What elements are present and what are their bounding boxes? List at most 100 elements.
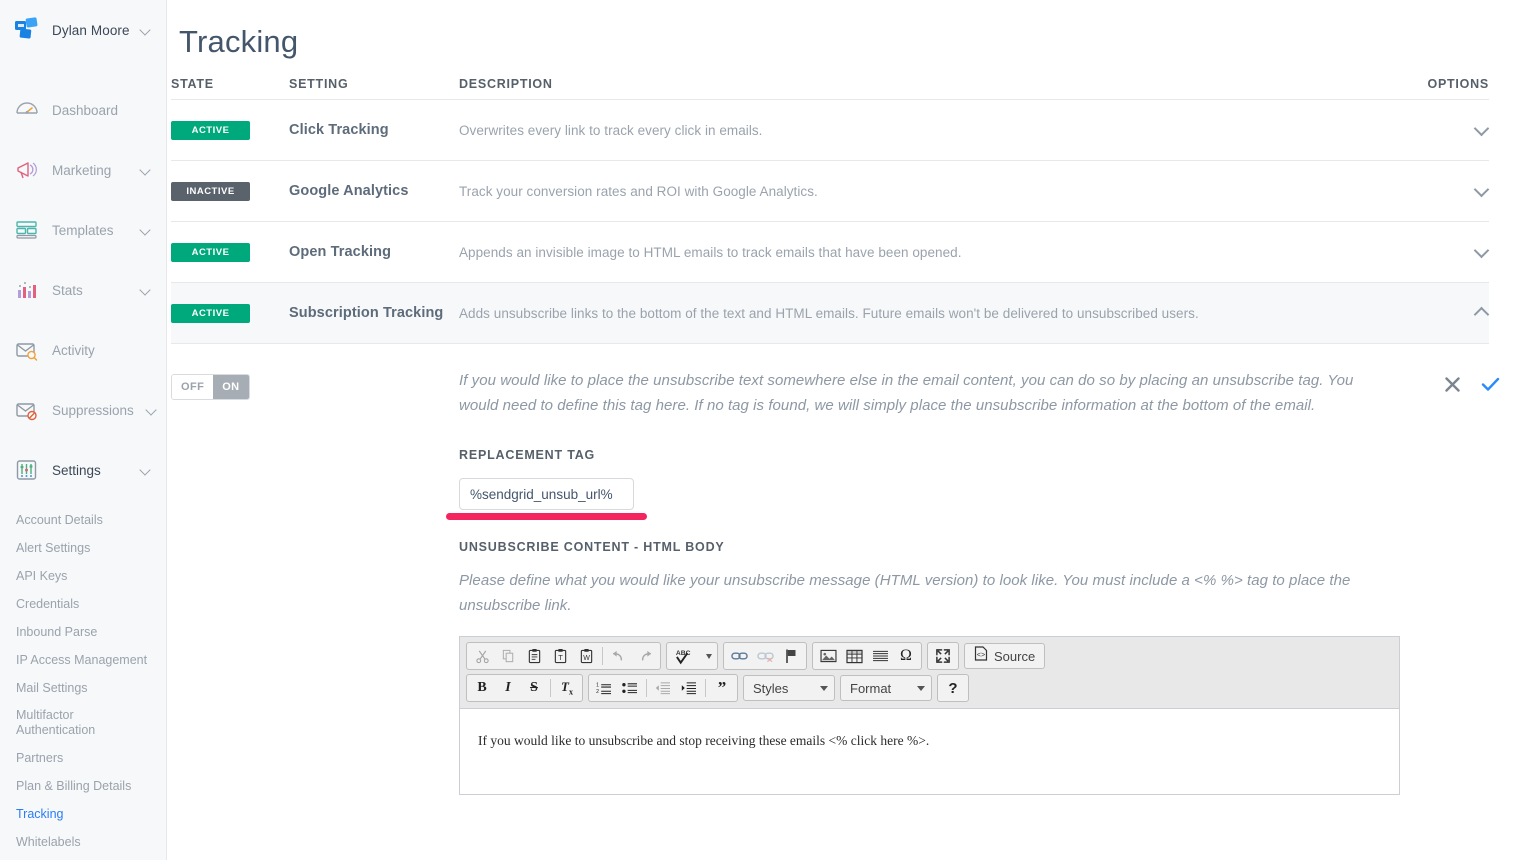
sliders-icon — [14, 457, 40, 483]
indent-icon[interactable] — [676, 676, 702, 700]
row-options-cell — [1409, 303, 1489, 324]
maximize-icon[interactable] — [930, 644, 956, 668]
redo-icon[interactable] — [632, 644, 658, 668]
sidebar-item-stats[interactable]: Stats — [0, 260, 166, 320]
sidebar: Dylan Moore Dashboard Marketing Template… — [0, 0, 167, 860]
subnav-item-account-details[interactable]: Account Details — [16, 506, 166, 534]
subnav-item-multifactor-authentication[interactable]: Multifactor Authentication — [16, 702, 136, 744]
row-setting-name: Click Tracking — [289, 122, 389, 138]
chevron-down-icon[interactable] — [1473, 181, 1489, 197]
help-icon[interactable]: ? — [940, 676, 966, 700]
sidebar-item-activity[interactable]: Activity — [0, 320, 166, 380]
subnav-item-tracking[interactable]: Tracking — [16, 800, 166, 828]
blockquote-icon[interactable]: ” — [709, 676, 735, 700]
sidebar-item-settings[interactable]: Settings — [0, 440, 166, 500]
gauge-icon — [14, 97, 40, 123]
image-icon[interactable] — [815, 644, 841, 668]
sidebar-item-suppressions[interactable]: Suppressions — [0, 380, 166, 440]
subnav-item-whitelabels[interactable]: Whitelabels — [16, 828, 166, 856]
toggle-off-label[interactable]: OFF — [172, 375, 214, 399]
styles-dropdown-label: Styles — [753, 680, 789, 696]
row-setting-name: Google Analytics — [289, 183, 409, 199]
toggle-on-label[interactable]: ON — [213, 375, 249, 399]
clipboard-group: T W — [466, 642, 661, 670]
sidebar-item-marketing[interactable]: Marketing — [0, 140, 166, 200]
styles-dropdown[interactable]: Styles — [743, 675, 835, 701]
tracking-settings-table: STATE SETTING DESCRIPTION OPTIONS ACTIVE… — [167, 60, 1529, 795]
chevron-down-icon[interactable] — [1473, 120, 1489, 136]
row-description: Track your conversion rates and ROI with… — [459, 183, 818, 199]
special-char-icon[interactable]: Ω — [893, 644, 919, 668]
anchor-flag-icon[interactable] — [778, 644, 804, 668]
subnav-item-mail-settings[interactable]: Mail Settings — [16, 674, 166, 702]
chevron-up-icon[interactable] — [1473, 303, 1489, 319]
check-icon[interactable] — [1481, 376, 1500, 398]
sidebar-item-templates[interactable]: Templates — [0, 200, 166, 260]
row-setting-name: Open Tracking — [289, 244, 392, 260]
chevron-down-icon — [140, 164, 152, 176]
unlink-icon[interactable] — [752, 644, 778, 668]
sidebar-label: Templates — [52, 222, 114, 238]
subnav-item-credentials[interactable]: Credentials — [16, 590, 166, 618]
format-dropdown[interactable]: Format — [840, 675, 932, 701]
cut-icon[interactable] — [469, 644, 495, 668]
row-description: Appends an invisible image to HTML email… — [459, 244, 962, 260]
table-row: ACTIVE Click Tracking Overwrites every l… — [171, 100, 1489, 161]
replacement-tag-field-wrap — [446, 478, 647, 520]
italic-icon[interactable]: I — [495, 676, 521, 700]
subnav-item-plan-billing-details[interactable]: Plan & Billing Details — [16, 772, 166, 800]
subnav-item-partners[interactable]: Partners — [16, 744, 166, 772]
envelope-block-icon — [14, 397, 40, 423]
panel-toggle-cell: OFF ON — [171, 368, 289, 795]
paste-from-word-icon[interactable]: W — [573, 644, 599, 668]
svg-text:<>: <> — [977, 652, 985, 660]
outdent-icon[interactable] — [650, 676, 676, 700]
help-group: ? — [937, 674, 969, 702]
source-code-icon: <> — [974, 646, 988, 666]
app-root: Dylan Moore Dashboard Marketing Template… — [0, 0, 1529, 860]
svg-text:2: 2 — [596, 689, 599, 695]
subnav-item-inbound-parse[interactable]: Inbound Parse — [16, 618, 166, 646]
table-icon[interactable] — [841, 644, 867, 668]
svg-text:W: W — [583, 655, 590, 662]
undo-icon[interactable] — [606, 644, 632, 668]
column-header-options: OPTIONS — [1427, 77, 1489, 91]
link-icon[interactable] — [726, 644, 752, 668]
copy-icon[interactable] — [495, 644, 521, 668]
paste-icon[interactable] — [521, 644, 547, 668]
subnav-item-alert-settings[interactable]: Alert Settings — [16, 534, 166, 562]
toolbar-separator — [602, 647, 603, 665]
remove-format-icon[interactable]: Tx — [554, 676, 580, 700]
close-x-icon[interactable] — [1444, 376, 1461, 398]
source-button[interactable]: <> Source — [964, 643, 1046, 669]
subnav-item-ip-access-management[interactable]: IP Access Management — [16, 646, 166, 674]
subscription-tracking-toggle[interactable]: OFF ON — [171, 374, 250, 400]
main-content: Tracking STATE SETTING DESCRIPTION OPTIO… — [167, 0, 1529, 860]
chevron-down-icon — [140, 224, 152, 236]
sidebar-label: Marketing — [52, 162, 112, 178]
paste-as-text-icon[interactable]: T — [547, 644, 573, 668]
horizontal-rule-icon[interactable] — [867, 644, 893, 668]
insert-group: Ω — [812, 642, 922, 670]
strikethrough-icon[interactable]: S — [521, 676, 547, 700]
toolbar-separator — [550, 679, 551, 697]
subnav-item-api-keys[interactable]: API Keys — [16, 562, 166, 590]
format-dropdown-label: Format — [850, 680, 892, 696]
bulleted-list-icon[interactable] — [617, 676, 643, 700]
caret-down-icon[interactable] — [703, 644, 715, 668]
svg-text:T: T — [558, 653, 563, 662]
sidebar-item-dashboard[interactable]: Dashboard — [0, 80, 166, 140]
row-description: Overwrites every link to track every cli… — [459, 122, 763, 138]
toolbar-separator — [705, 679, 706, 697]
chevron-down-icon — [140, 464, 152, 476]
account-switcher[interactable]: Dylan Moore — [0, 0, 166, 60]
chevron-down-icon[interactable] — [1473, 242, 1489, 258]
replacement-tag-input[interactable] — [459, 478, 634, 510]
spell-check-icon[interactable]: ABC — [669, 644, 703, 668]
unsubscribe-content-label: UNSUBSCRIBE CONTENT - HTML BODY — [459, 540, 725, 554]
numbered-list-icon[interactable]: 1 2 — [591, 676, 617, 700]
status-badge: INACTIVE — [171, 182, 250, 201]
chevron-down-icon — [140, 24, 152, 36]
bold-icon[interactable]: B — [469, 676, 495, 700]
editor-content-area[interactable]: If you would like to unsubscribe and sto… — [460, 709, 1399, 794]
